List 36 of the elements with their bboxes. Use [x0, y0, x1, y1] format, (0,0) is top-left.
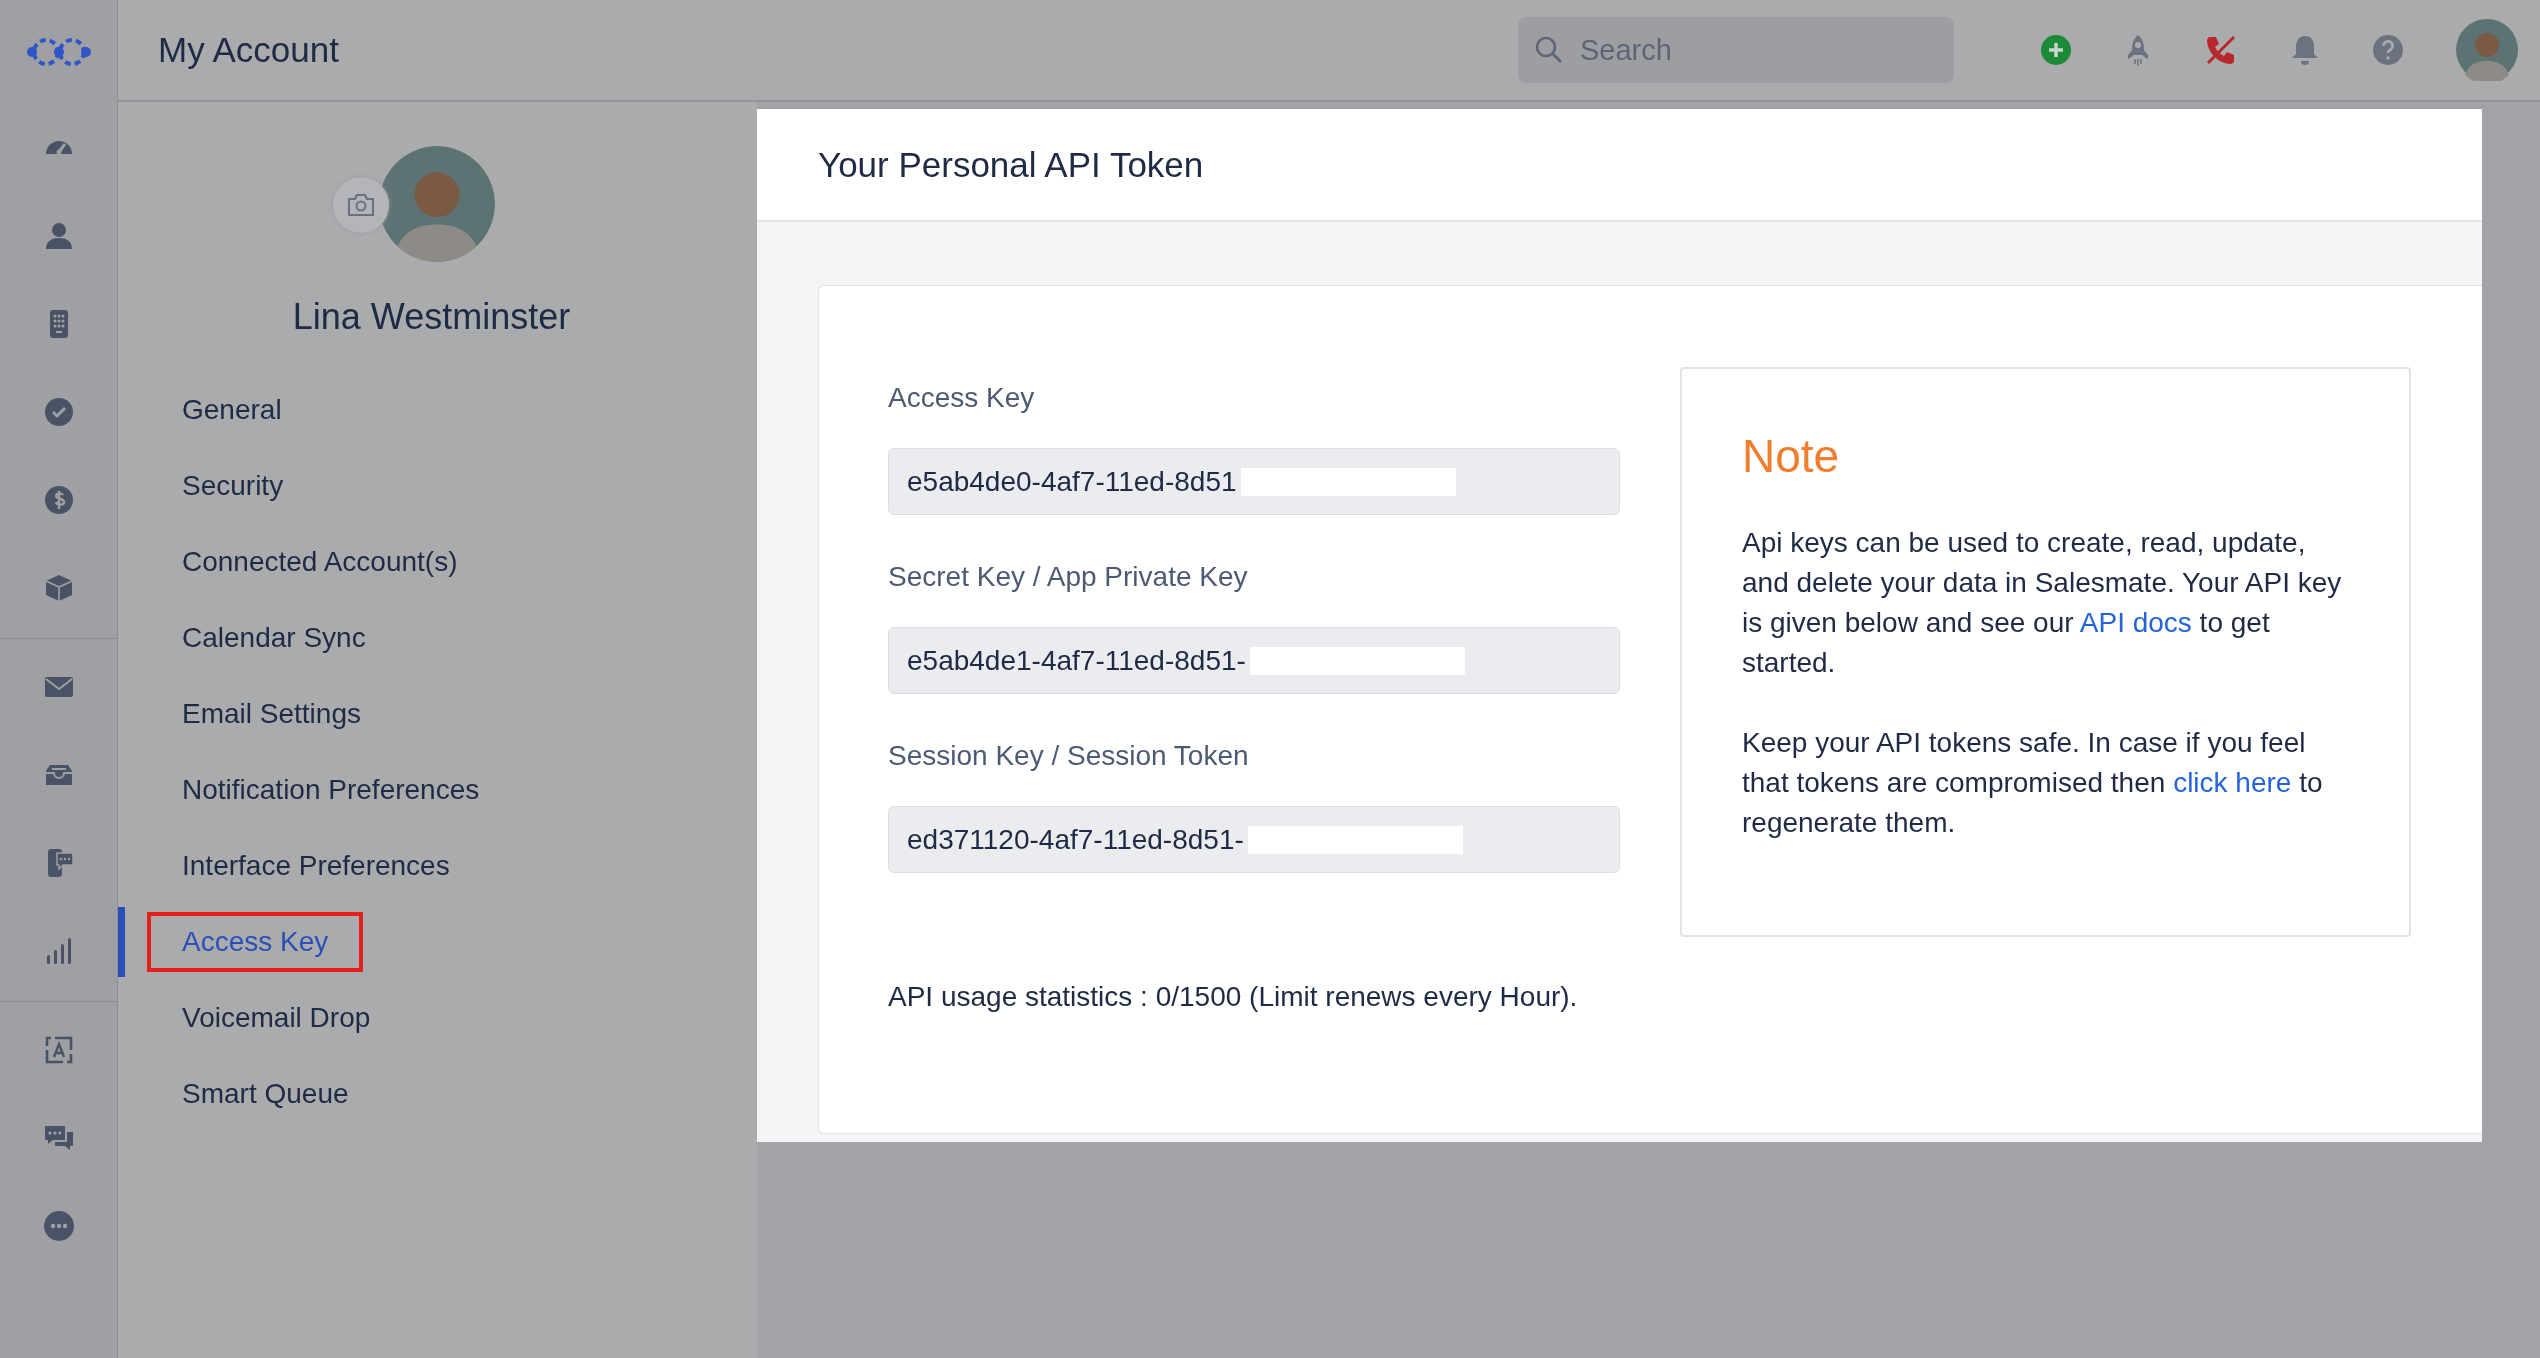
menu-item[interactable]: Calendar Sync — [147, 608, 401, 668]
usage-text: API usage statistics : 0/1500 (Limit renews every Hour). — [888, 981, 1579, 1013]
key-field[interactable]: ed371120-4af7-11ed-8d51- — [888, 806, 1620, 873]
help-icon[interactable] — [2372, 34, 2404, 66]
menu-item[interactable]: Connected Account(s) — [147, 532, 493, 592]
add-icon[interactable] — [2040, 34, 2072, 66]
profile-name: Lina Westminster — [291, 296, 572, 338]
key-field[interactable]: e5ab4de1-4af7-11ed-8d51- — [888, 627, 1620, 694]
link[interactable]: click here — [2173, 767, 2292, 798]
camera-button[interactable] — [333, 177, 389, 233]
bell-icon[interactable] — [2290, 33, 2320, 67]
menu-item[interactable]: Smart Queue — [147, 1064, 384, 1124]
key-field[interactable]: e5ab4de0-4af7-11ed-8d51 — [888, 448, 1620, 515]
phone-off-icon[interactable] — [2204, 33, 2238, 67]
page-title: My Account — [158, 30, 339, 70]
more-icon[interactable] — [41, 1210, 76, 1242]
link[interactable]: API docs — [2079, 607, 2192, 638]
menu-item[interactable]: Security — [147, 456, 319, 516]
search-icon — [1534, 35, 1564, 65]
field-label: Access Key — [888, 382, 1036, 414]
menu-item[interactable]: Voicemail Drop — [147, 988, 406, 1048]
search-field[interactable]: Search — [1518, 17, 1954, 83]
note-text: Keep your API tokens safe. In case if you feel that tokens are compromised then click here to regenerate them. — [1742, 726, 2324, 840]
modal-title: Your Personal API Token — [818, 144, 1204, 185]
field-label: Secret Key / App Private Key — [888, 561, 1249, 593]
camera-icon — [346, 193, 376, 217]
note-title: Note — [1742, 429, 1841, 483]
menu-item[interactable]: Notification Preferences — [147, 760, 515, 820]
menu-item[interactable]: Interface Preferences — [147, 836, 485, 896]
logo-icon[interactable] — [25, 37, 92, 67]
menu-item[interactable]: General — [147, 380, 317, 440]
field-label: Session Key / Session Token — [888, 740, 1250, 772]
avatar[interactable] — [2456, 19, 2518, 81]
menu-item[interactable]: Access Key — [147, 912, 364, 972]
menu-item[interactable]: Email Settings — [147, 684, 396, 744]
note-text: Api keys can be used to create, read, update, and delete your data in Salesmate. Your API key is given below and see our API docs to get started. — [1742, 526, 2343, 680]
